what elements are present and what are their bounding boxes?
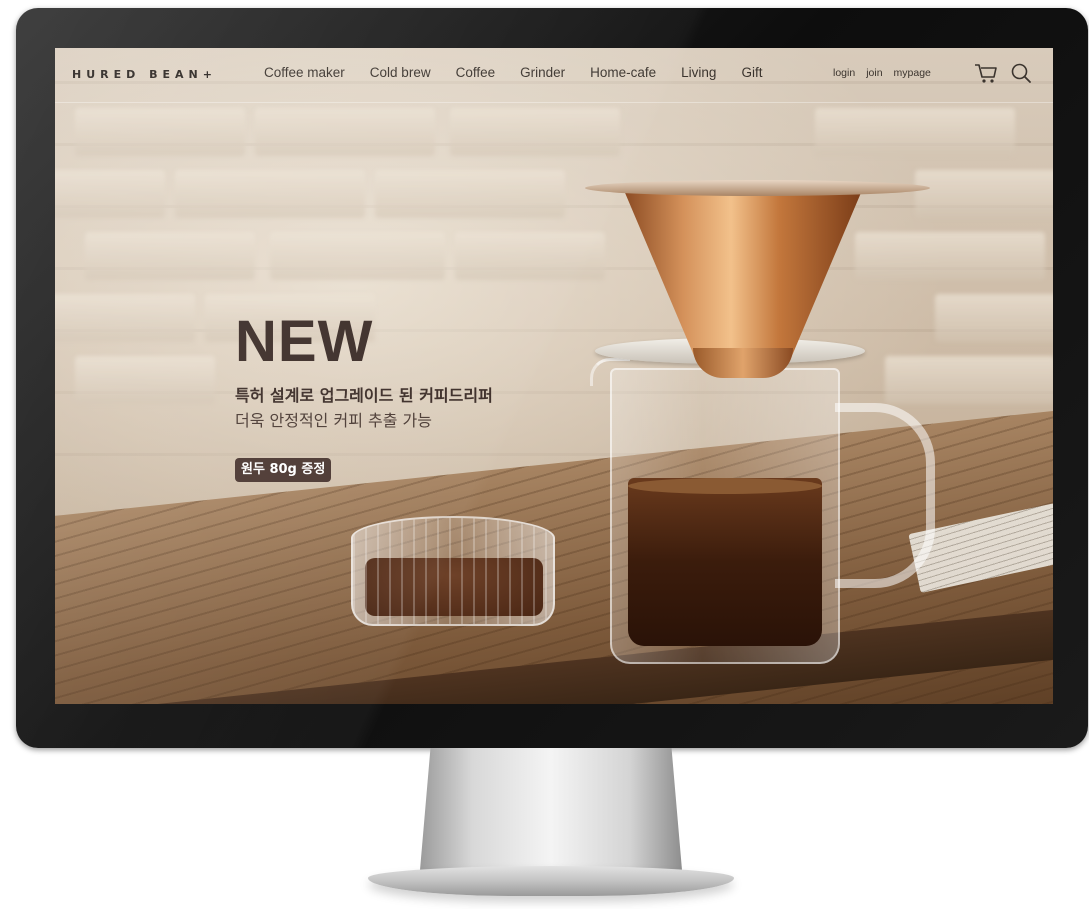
menu-item-coffee-maker[interactable]: Coffee maker — [264, 63, 345, 83]
server-handle — [835, 403, 935, 588]
menu-item-cold-brew[interactable]: Cold brew — [370, 63, 431, 83]
hero-subheadline: 더욱 안정적인 커피 추출 가능 — [235, 411, 432, 430]
promo-badge[interactable]: 원두 80g 증정 — [235, 458, 332, 482]
monitor-frame: HURED BEAN+ Coffee maker Cold brew Coffe… — [16, 8, 1088, 748]
cup-ribs — [353, 518, 553, 624]
search-icon[interactable] — [1010, 62, 1032, 84]
utility-links: login join mypage — [833, 66, 942, 80]
hero-headline: 특허 설계로 업그레이드 된 커피드리퍼 — [235, 386, 493, 405]
glass-coffee-server — [610, 368, 840, 664]
menu-item-coffee[interactable]: Coffee — [456, 63, 496, 83]
website-screen: HURED BEAN+ Coffee maker Cold brew Coffe… — [55, 48, 1053, 704]
login-link[interactable]: login — [833, 66, 855, 80]
site-logo[interactable]: HURED BEAN+ — [72, 68, 217, 81]
monitor-stand-base — [368, 866, 734, 896]
menu-item-home-cafe[interactable]: Home-cafe — [590, 63, 656, 83]
brick-row — [55, 170, 1053, 226]
main-menu: Coffee maker Cold brew Coffee Grinder Ho… — [264, 63, 787, 83]
mypage-link[interactable]: mypage — [894, 66, 931, 80]
brick-row — [55, 232, 1053, 288]
hero-title: NEW — [235, 309, 374, 374]
menu-item-grinder[interactable]: Grinder — [520, 63, 565, 83]
top-navigation: HURED BEAN+ Coffee maker Cold brew Coffe… — [55, 48, 1053, 103]
cart-icon[interactable] — [974, 62, 998, 84]
join-link[interactable]: join — [866, 66, 882, 80]
menu-item-gift[interactable]: Gift — [741, 63, 762, 83]
monitor-stand-neck — [420, 748, 682, 870]
brick-row — [55, 294, 1053, 350]
brick-row — [55, 356, 1053, 412]
dripper-base — [693, 348, 793, 378]
dripper-rim — [585, 180, 930, 196]
menu-item-living[interactable]: Living — [681, 63, 716, 83]
brick-row — [55, 108, 1053, 164]
glass-cup-with-grounds — [351, 516, 555, 626]
server-spout — [590, 358, 630, 386]
brewed-coffee — [628, 478, 822, 646]
